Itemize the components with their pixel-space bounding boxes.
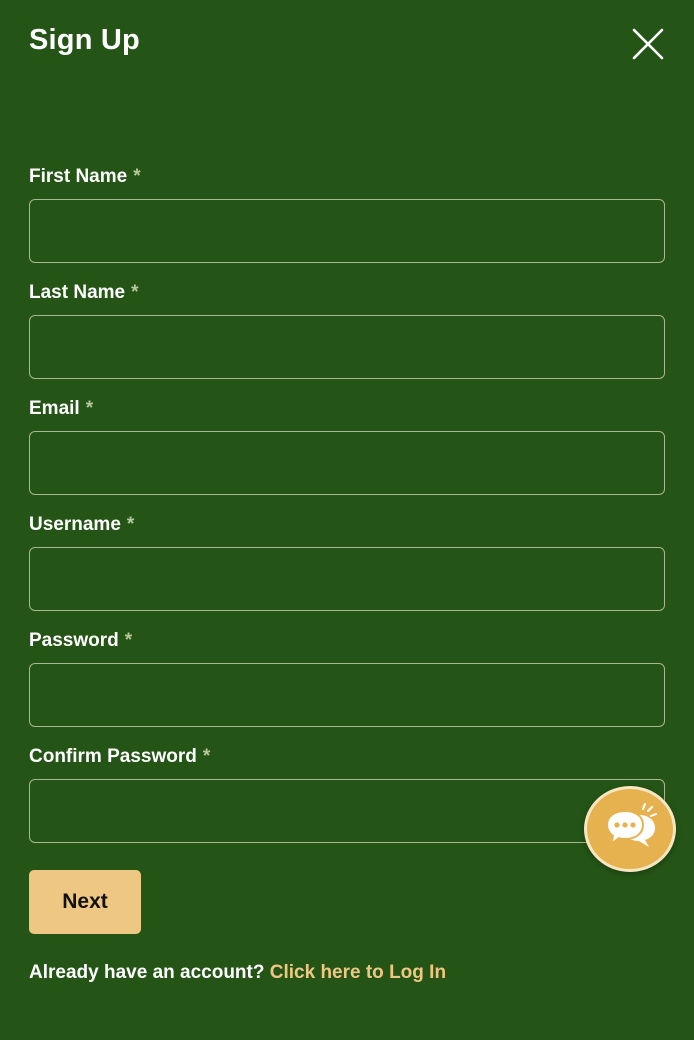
password-label: Password * — [29, 630, 133, 651]
chat-bubbles-icon — [605, 803, 657, 847]
last-name-field: Last Name * — [29, 280, 665, 396]
last-name-label: Last Name * — [29, 282, 139, 303]
first-name-input[interactable] — [29, 199, 665, 263]
required-marker: * — [202, 746, 211, 767]
first-name-field: First Name * — [29, 164, 665, 280]
email-field: Email * — [29, 396, 665, 512]
confirm-password-field: Confirm Password * — [29, 744, 665, 860]
login-prompt: Already have an account? Click here to L… — [29, 962, 446, 984]
required-marker: * — [133, 166, 141, 187]
close-button[interactable] — [628, 24, 668, 64]
signup-form: First Name * Last Name * Email * Username * … — [29, 164, 665, 860]
required-marker: * — [124, 630, 133, 651]
required-marker: * — [131, 282, 139, 303]
last-name-input[interactable] — [29, 315, 665, 379]
confirm-password-label: Confirm Password * — [29, 746, 211, 767]
next-button[interactable]: Next — [29, 870, 141, 934]
chat-button[interactable] — [584, 786, 676, 872]
required-marker: * — [126, 514, 135, 535]
required-marker: * — [85, 398, 94, 419]
password-field: Password * — [29, 628, 665, 744]
close-icon — [632, 28, 664, 60]
login-link[interactable]: Click here to Log In — [270, 962, 446, 983]
login-prompt-text: Already have an account? — [29, 962, 265, 983]
username-field: Username * — [29, 512, 665, 628]
username-input[interactable] — [29, 547, 665, 611]
first-name-label: First Name * — [29, 166, 141, 187]
email-input[interactable] — [29, 431, 665, 495]
email-label: Email * — [29, 398, 94, 419]
page-title: Sign Up — [29, 24, 140, 56]
password-input[interactable] — [29, 663, 665, 727]
username-label: Username * — [29, 514, 135, 535]
confirm-password-input[interactable] — [29, 779, 665, 843]
header: Sign Up — [0, 0, 694, 90]
